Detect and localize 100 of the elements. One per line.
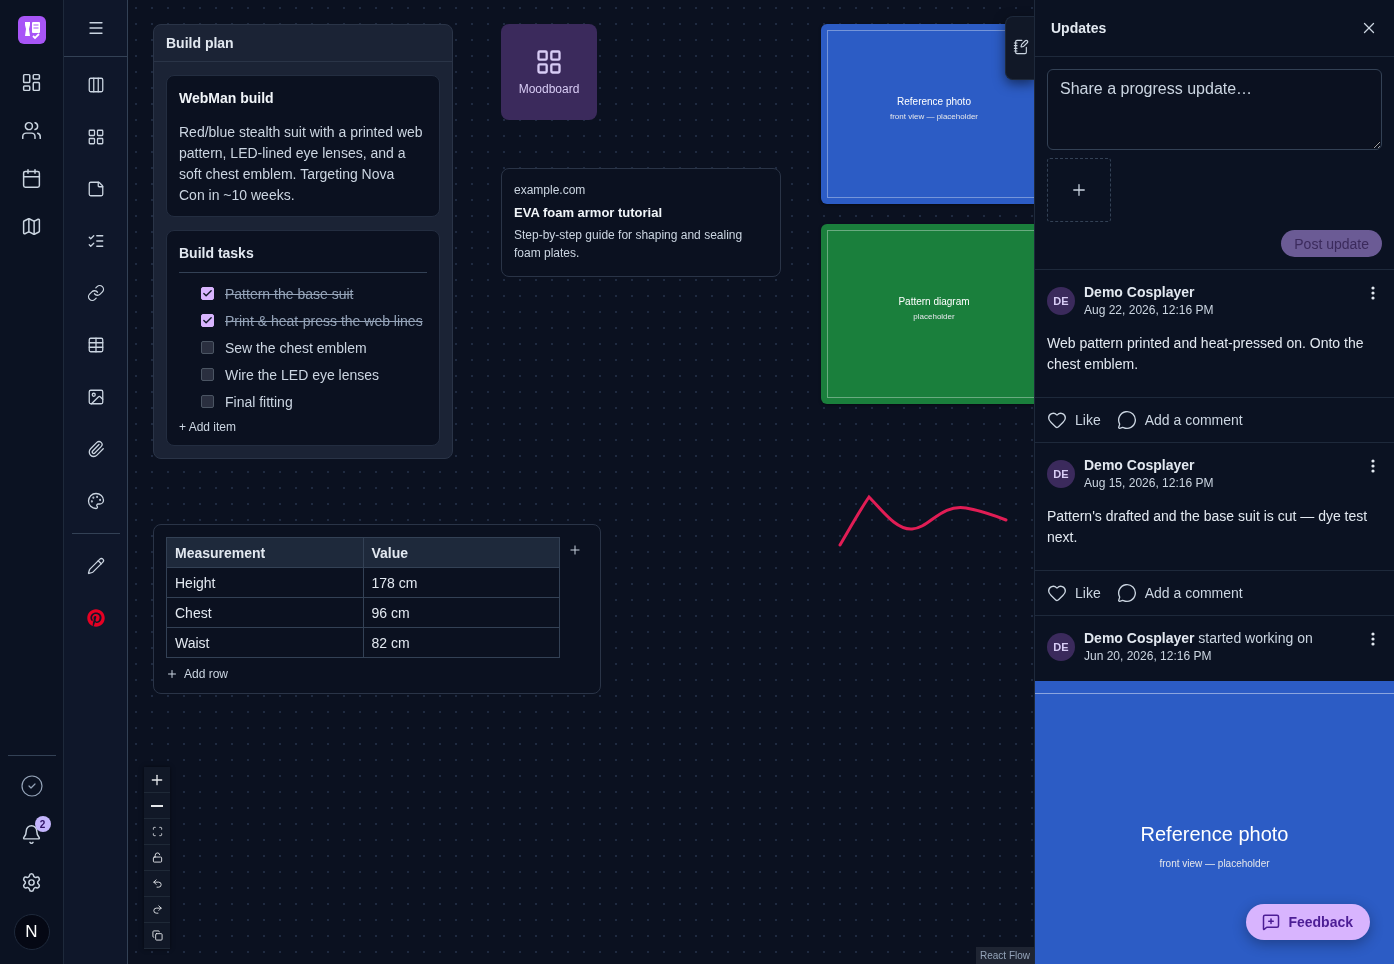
image-title: Pattern diagram xyxy=(898,295,970,307)
note-title: WebMan build xyxy=(179,90,275,106)
notes-toggle-button[interactable] xyxy=(1005,16,1034,80)
moodboard-label: Moodboard xyxy=(518,82,580,96)
table-cell: 96 cm xyxy=(363,597,560,628)
zoom-out-icon xyxy=(151,804,163,807)
link-domain: example.com xyxy=(514,183,587,197)
link-icon xyxy=(86,284,105,302)
checklist-title: Build tasks xyxy=(179,245,427,273)
paperclip-icon xyxy=(86,440,105,458)
post-time: Aug 22, 2026, 12:16 PM xyxy=(1084,303,1215,317)
update-field[interactable]: Share a progress update… xyxy=(1047,69,1382,150)
lock-button[interactable] xyxy=(144,845,170,871)
comment-button[interactable]: Add a comment xyxy=(1116,410,1243,430)
like-button[interactable]: Like xyxy=(1047,583,1101,603)
notifications-button[interactable]: 2 xyxy=(11,814,52,854)
fit-view-button[interactable] xyxy=(144,819,170,845)
notification-badge: 2 xyxy=(34,816,51,832)
app-logo[interactable] xyxy=(17,16,46,44)
plus-icon xyxy=(166,668,178,680)
duplicate-button[interactable] xyxy=(144,923,170,949)
pencil-icon xyxy=(86,557,105,575)
lock-icon xyxy=(151,852,163,863)
post-body: Web pattern printed and heat-pressed on. Onto the chest emblem. xyxy=(1047,334,1365,374)
menu-icon xyxy=(86,19,105,37)
note-body: Red/blue stealth suit with a printed web pattern, LED-lined eye lenses, and a soft chest emblem. Targeting Nova Con in ~10 weeks. xyxy=(179,123,424,205)
duplicate-icon xyxy=(151,930,163,941)
zoom-in-button[interactable] xyxy=(144,767,170,793)
undo-button[interactable] xyxy=(144,871,170,897)
table-cell: 82 cm xyxy=(363,627,560,658)
user-avatar[interactable]: N xyxy=(13,914,50,950)
calendar-icon xyxy=(21,167,42,189)
dashboard-icon xyxy=(21,71,42,93)
like-button[interactable]: Like xyxy=(1047,410,1101,430)
comment-button[interactable]: Add a comment xyxy=(1116,583,1243,603)
heart-icon xyxy=(1047,583,1067,603)
heart-icon xyxy=(1047,410,1067,430)
author-name: Demo Cosplayer xyxy=(1084,284,1196,300)
table-cell: 178 cm xyxy=(363,567,560,598)
checkbox[interactable] xyxy=(201,395,214,408)
zoom-out-button[interactable] xyxy=(144,793,170,819)
redo-icon xyxy=(151,904,163,915)
image-icon xyxy=(86,388,105,406)
attribution-link[interactable]: React Flow xyxy=(976,947,1034,964)
plus-icon xyxy=(1070,181,1088,199)
undo-icon xyxy=(151,878,163,889)
notebook-pen-icon xyxy=(1012,39,1029,55)
link-card[interactable]: example.com EVA foam armor tutorial Step-by-step guide for shaping and sealing foam plates. xyxy=(501,168,781,277)
add-row-button[interactable]: Add row xyxy=(166,667,229,681)
more-icon xyxy=(1371,632,1375,646)
pinterest-icon xyxy=(86,609,105,627)
image-caption: front view — placeholder xyxy=(889,111,978,121)
activity-text: Demo Cosplayer started working on xyxy=(1084,630,1314,646)
link-title: EVA foam armor tutorial xyxy=(514,205,664,220)
feedback-button[interactable]: Feedback xyxy=(1246,904,1370,940)
table-cell: Height xyxy=(166,567,363,598)
checkbox[interactable] xyxy=(201,368,214,381)
image-title: Reference photo xyxy=(1140,822,1289,846)
more-icon xyxy=(1371,286,1375,300)
image-caption: front view — placeholder xyxy=(1159,857,1270,869)
columns-icon xyxy=(86,76,105,94)
checkbox[interactable] xyxy=(201,287,214,300)
link-description: Step-by-step guide for shaping and sealing foam plates. xyxy=(514,227,744,262)
check-circle-icon xyxy=(19,774,44,798)
feedback-icon xyxy=(1262,913,1281,931)
checkbox[interactable] xyxy=(201,341,214,354)
comment-icon xyxy=(1116,410,1137,430)
task-label: Pattern the base suit xyxy=(225,285,354,304)
palette-icon xyxy=(86,492,105,510)
comment-icon xyxy=(1116,583,1137,603)
bell-icon xyxy=(21,823,42,845)
task-label: Final fitting xyxy=(225,393,293,412)
moodboard-card[interactable]: Moodboard xyxy=(501,24,597,120)
redo-button[interactable] xyxy=(144,897,170,923)
grid-icon xyxy=(535,48,563,76)
post-body: Pattern's drafted and the base suit is cut — dye test next. xyxy=(1047,507,1369,547)
panel-title: Updates xyxy=(1051,20,1107,36)
more-icon xyxy=(1371,459,1375,473)
group-title: Build plan xyxy=(154,25,452,62)
post-time: Jun 20, 2026, 12:16 PM xyxy=(1084,649,1213,663)
add-column-button[interactable] xyxy=(568,543,582,557)
note-icon xyxy=(86,180,105,198)
column-header: Value xyxy=(363,537,560,568)
add-item-button[interactable]: + Add item xyxy=(179,420,237,434)
task-label: Wire the LED eye lenses xyxy=(225,366,380,385)
table-cell: Waist xyxy=(166,627,363,658)
users-icon xyxy=(21,119,42,141)
checkbox[interactable] xyxy=(201,314,214,327)
image-caption: placeholder xyxy=(913,311,955,321)
table-cell: Chest xyxy=(166,597,363,628)
author-name: Demo Cosplayer xyxy=(1084,457,1196,473)
user-avatar: DE xyxy=(1047,287,1075,315)
task-label: Print & heat-press the web lines xyxy=(225,312,423,331)
checklist-icon xyxy=(86,232,105,250)
grid-icon xyxy=(86,128,105,146)
task-label: Sew the chest emblem xyxy=(225,339,367,358)
table-icon xyxy=(86,336,105,354)
user-avatar: DE xyxy=(1047,633,1075,661)
column-header: Measurement xyxy=(166,537,363,568)
image-title: Reference photo xyxy=(897,95,971,107)
